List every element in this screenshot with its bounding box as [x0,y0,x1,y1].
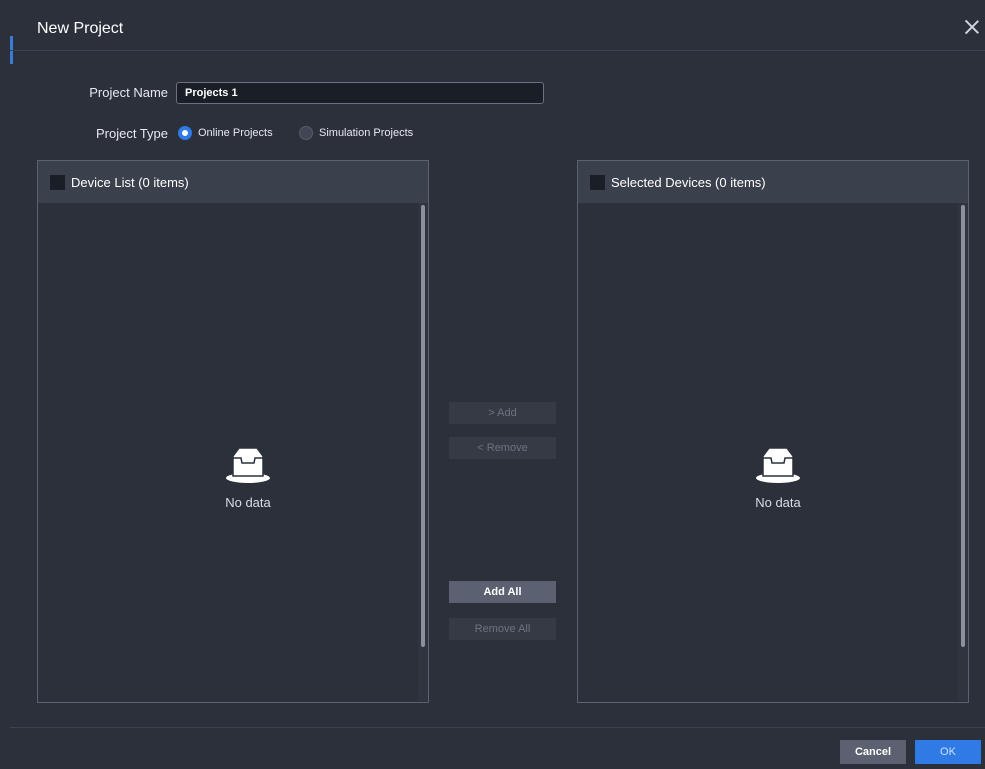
selected-devices-select-all-checkbox[interactable] [590,174,605,190]
device-list-empty-state: No data [188,444,308,510]
add-button[interactable]: > Add [449,402,556,424]
selected-devices-scrollbar[interactable] [958,203,968,701]
device-list-header: Device List (0 items) [38,161,428,203]
inbox-icon [756,447,800,483]
cancel-button[interactable]: Cancel [840,740,906,764]
selected-devices-empty-state: No data [718,444,838,510]
project-name-input[interactable] [176,82,544,104]
add-all-button[interactable]: Add All [449,581,556,603]
new-project-dialog: New Project Project Name Project Type On… [0,0,985,769]
selected-devices-empty-text: No data [755,495,801,510]
device-list-scroll-thumb[interactable] [421,205,425,647]
radio-unselected-icon [299,126,313,140]
footer-divider [10,727,985,728]
selected-devices-title: Selected Devices (0 items) [611,174,766,190]
ok-button[interactable]: OK [915,740,981,764]
device-list-empty-text: No data [225,495,271,510]
project-type-label: Project Type [95,126,168,141]
radio-online-projects[interactable]: Online Projects [178,126,273,140]
dialog-header: New Project [10,8,985,51]
radio-simulation-label: Simulation Projects [319,127,414,139]
inbox-icon [226,447,270,483]
project-name-label: Project Name [89,85,168,100]
radio-selected-icon [178,126,192,140]
close-icon[interactable] [961,16,983,38]
device-list-select-all-checkbox[interactable] [50,174,65,190]
device-list-title: Device List (0 items) [71,174,189,190]
radio-simulation-projects[interactable]: Simulation Projects [299,126,413,140]
dialog-title: New Project [37,20,124,37]
radio-online-label: Online Projects [198,127,273,139]
selected-devices-header: Selected Devices (0 items) [578,161,968,203]
remove-all-button[interactable]: Remove All [449,618,556,640]
selected-devices-scroll-thumb[interactable] [961,205,965,647]
selected-devices-panel: Selected Devices (0 items) No data [577,160,969,703]
remove-button[interactable]: < Remove [449,437,556,459]
device-list-scrollbar[interactable] [418,203,428,701]
device-list-panel: Device List (0 items) No data [37,160,429,703]
